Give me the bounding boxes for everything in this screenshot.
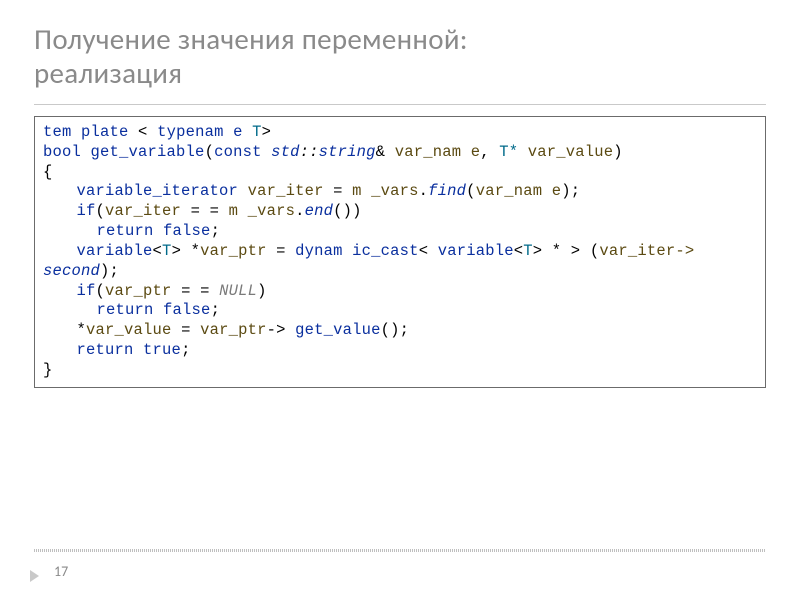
code-line-4: variable_iterator var_iter = m _vars.fin…	[43, 182, 757, 202]
slide-title: Получение значения переменной: реализаци…	[34, 22, 766, 90]
title-line-1: Получение значения переменной:	[34, 21, 468, 57]
code-line-6: return false;	[43, 222, 757, 242]
code-line-7b: second);	[43, 262, 757, 282]
footer-arrow-icon	[30, 570, 39, 582]
code-line-1: tem plate < typenam e T>	[43, 123, 757, 143]
code-line-5: if(var_iter = = m _vars.end())	[43, 202, 757, 222]
code-line-7: variable<T> *var_ptr = dynam ic_cast< va…	[43, 242, 757, 262]
code-line-8: if(var_ptr = = NULL)	[43, 282, 757, 302]
code-line-9: return false;	[43, 301, 757, 321]
title-underline	[34, 104, 766, 105]
footer-divider	[34, 549, 766, 552]
code-line-2: bool get_variable(const std::string& var…	[43, 143, 757, 163]
code-block: tem plate < typenam e T> bool get_variab…	[34, 116, 766, 388]
code-line-3: {	[43, 163, 757, 183]
code-line-12: }	[43, 361, 757, 381]
page-number: 17	[54, 563, 68, 580]
title-line-2: реализация	[34, 55, 182, 91]
code-line-11: return true;	[43, 341, 757, 361]
code-line-10: *var_value = var_ptr-> get_value();	[43, 321, 757, 341]
